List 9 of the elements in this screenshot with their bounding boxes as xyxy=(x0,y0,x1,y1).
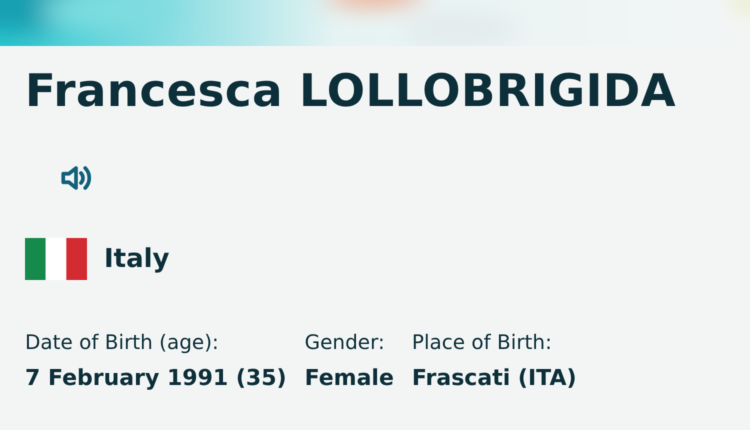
country-name: Italy xyxy=(104,244,170,274)
athlete-name: Francesca LOLLOBRIGIDA xyxy=(25,46,715,226)
detail-label: Gender: xyxy=(304,330,386,354)
detail-label: Place of Birth: xyxy=(412,330,553,354)
detail-value: Frascati (ITA) xyxy=(412,366,577,391)
flag-icon xyxy=(25,238,87,280)
detail-label: Date of Birth (age): xyxy=(25,330,220,354)
detail-value: Female xyxy=(304,366,394,391)
detail-value: 7 February 1991 (35) xyxy=(25,366,287,391)
